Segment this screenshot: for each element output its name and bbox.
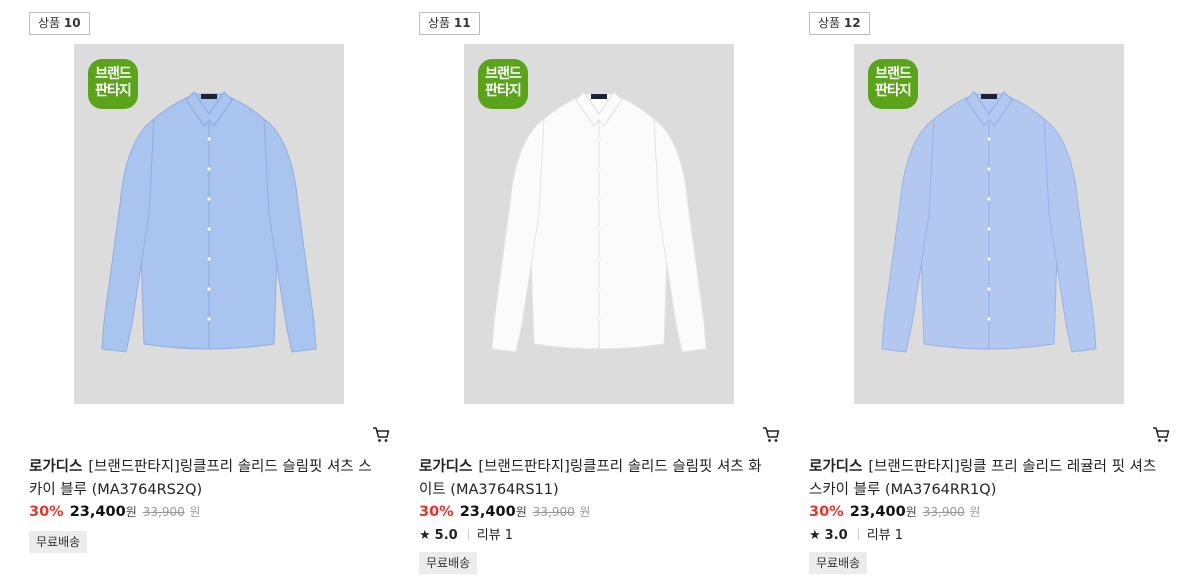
sale-price: 23,400 [849,504,906,520]
brand-name: 로가디스 [809,459,863,475]
rank-label: 상품 [428,16,451,30]
rating-score: 5.0 [434,528,458,543]
brand-fantasy-badge: 브랜드 판타지 [478,59,528,109]
rank-label: 상품 [818,16,841,30]
divider [857,529,859,540]
star-icon: ★ [419,528,431,543]
star-icon: ★ [809,528,821,543]
product-card[interactable]: 상품 10 브랜드 판타지 로가디스 [브랜드판타지]링클프리 솔리드 슬림핏 셔… [29,12,391,572]
rank-badge: 상품 10 [29,12,90,35]
price-row: 30% 23,400원 33,900 원 [809,503,980,520]
brand-fantasy-badge: 브랜드 판타지 [88,59,138,109]
price-unit: 원 [125,505,137,519]
rank-number: 12 [843,16,861,30]
price-row: 30% 23,400원 33,900 원 [419,503,590,520]
price-unit: 원 [905,505,917,519]
discount-rate: 30% [29,504,64,520]
badge-line-2: 판타지 [485,83,522,99]
price-row: 30% 23,400원 33,900 원 [29,503,200,520]
rank-badge: 상품 12 [809,12,870,35]
review-row[interactable]: ★ 5.0 리뷰 1 [419,524,513,543]
review-count: 리뷰 1 [866,528,904,543]
review-count: 리뷰 1 [476,528,514,543]
divider [467,529,469,540]
sale-price: 23,400 [69,504,126,520]
original-price-unit: 원 [579,505,591,519]
product-image[interactable]: 브랜드 판타지 [74,44,344,404]
badge-line-2: 판타지 [875,83,912,99]
product-title-link[interactable]: 로가디스 [브랜드판타지]링클 프리 솔리드 레귤러 핏 셔츠 스카이 블루 (M… [809,456,1159,502]
brand-fantasy-badge: 브랜드 판타지 [868,59,918,109]
discount-rate: 30% [809,504,844,520]
rank-number: 11 [453,16,471,30]
product-card[interactable]: 상품 11 브랜드 판타지 로가디스 [브랜드판타지]링클프리 솔리드 슬림핏 셔… [419,12,781,574]
badge-line-2: 판타지 [95,83,132,99]
brand-name: 로가디스 [29,459,83,475]
original-price: 33,900 [142,505,185,519]
review-row[interactable]: ★ 3.0 리뷰 1 [809,524,903,543]
badge-line-1: 브랜드 [95,66,132,82]
rank-label: 상품 [38,16,61,30]
product-title-link[interactable]: 로가디스 [브랜드판타지]링클프리 솔리드 슬림핏 셔츠 화이트 (MA3764R… [419,456,769,502]
product-image[interactable]: 브랜드 판타지 [854,44,1124,404]
cart-icon[interactable] [371,424,391,444]
original-price: 33,900 [922,505,965,519]
cart-icon[interactable] [761,424,781,444]
free-shipping-tag: 무료배송 [29,531,88,553]
product-card[interactable]: 상품 12 브랜드 판타지 로가디스 [브랜드판타지]링클 프리 솔리드 레귤러 … [809,12,1171,574]
discount-rate: 30% [419,504,454,520]
brand-name: 로가디스 [419,459,473,475]
sale-price: 23,400 [459,504,516,520]
product-title-link[interactable]: 로가디스 [브랜드판타지]링클프리 솔리드 슬림핏 셔츠 스카이 블루 (MA37… [29,456,379,502]
rank-badge: 상품 11 [419,12,480,35]
badge-line-1: 브랜드 [485,66,522,82]
original-price-unit: 원 [189,505,201,519]
free-shipping-tag: 무료배송 [419,552,478,574]
original-price-unit: 원 [969,505,981,519]
product-image[interactable]: 브랜드 판타지 [464,44,734,404]
rank-number: 10 [63,16,81,30]
rating-score: 3.0 [824,528,848,543]
free-shipping-tag: 무료배송 [809,552,868,574]
price-unit: 원 [515,505,527,519]
cart-icon[interactable] [1151,424,1171,444]
original-price: 33,900 [532,505,575,519]
badge-line-1: 브랜드 [875,66,912,82]
